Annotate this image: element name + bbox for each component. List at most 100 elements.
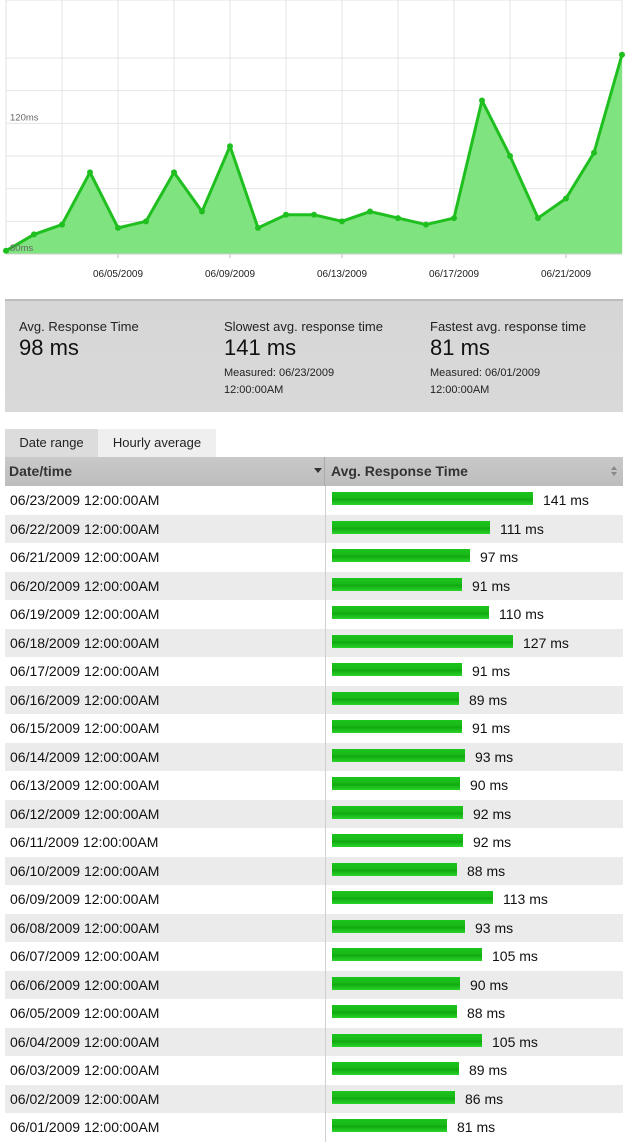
- column-divider: [324, 457, 325, 486]
- table-row: 06/09/2009 12:00:00AM 113 ms: [5, 885, 623, 914]
- response-value: 97 ms: [480, 549, 519, 565]
- response-bar: [332, 948, 482, 961]
- row-response-cell: 90 ms: [325, 970, 624, 999]
- row-date: 06/12/2009 12:00:00AM: [10, 805, 160, 822]
- row-date: 06/17/2009 12:00:00AM: [10, 663, 160, 679]
- table-row: 06/16/2009 12:00:00AM 89 ms: [5, 685, 623, 714]
- response-value: 105 ms: [492, 948, 538, 964]
- data-point: [115, 224, 121, 231]
- table-row: 06/10/2009 12:00:00AM 88 ms: [5, 856, 624, 885]
- slowest-value: 141 ms: [224, 335, 297, 360]
- row-response-cell: 93 ms: [325, 742, 624, 771]
- row-date: 06/11/2009 12:00:00AM: [10, 834, 159, 850]
- data-point: [171, 169, 177, 176]
- response-bar: [332, 919, 465, 933]
- table-header: Date/time Avg. Response Time: [5, 457, 623, 486]
- row-date: 06/23/2009 12:00:00AM: [10, 492, 160, 508]
- slowest-measured: Measured: 06/23/2009 12:00:00AM: [224, 365, 383, 399]
- table-row: 06/06/2009 12:00:00AM 90 ms: [5, 970, 624, 999]
- response-value: 91 ms: [472, 577, 511, 594]
- response-bar: [332, 492, 533, 505]
- response-value: 86 ms: [465, 1090, 504, 1107]
- table-row: 06/01/2009 12:00:00AM 81 ms: [5, 1113, 623, 1142]
- row-date: 06/09/2009 12:00:00AM: [10, 891, 160, 907]
- response-bar: [332, 805, 463, 819]
- table-row: 06/08/2009 12:00:00AM 93 ms: [5, 913, 623, 942]
- row-date: 06/05/2009 12:00:00AM: [10, 1005, 160, 1021]
- row-response-cell: 105 ms: [325, 942, 624, 971]
- response-value: 89 ms: [469, 691, 508, 708]
- table-row: 06/11/2009 12:00:00AM 92 ms: [5, 828, 623, 857]
- sort-descending-icon[interactable]: [314, 468, 322, 473]
- row-date: 06/01/2009 12:00:00AM: [10, 1119, 160, 1135]
- data-point: [255, 224, 261, 231]
- avg-label: Avg. Response Time: [19, 319, 139, 334]
- response-bar: [332, 634, 513, 648]
- response-value: 127 ms: [523, 634, 569, 651]
- slowest-label: Slowest avg. response time: [224, 319, 383, 334]
- fastest-measured-date: Measured: 06/01/2009: [430, 367, 541, 379]
- response-bar: [332, 520, 490, 534]
- fastest-label: Fastest avg. response time: [430, 319, 587, 334]
- slowest-stat: Slowest avg. response time 141 ms Measur…: [224, 319, 383, 399]
- row-date: 06/21/2009 12:00:00AM: [10, 549, 160, 565]
- row-date: 06/14/2009 12:00:00AM: [10, 748, 160, 765]
- table-row: 06/04/2009 12:00:00AM 105 ms: [5, 1027, 623, 1056]
- x-tick-label: 06/05/2009: [93, 269, 143, 280]
- table-row: 06/20/2009 12:00:00AM 91 ms: [5, 571, 623, 600]
- fastest-measured-time: 12:00:00AM: [430, 384, 490, 396]
- table-row: 06/03/2009 12:00:00AM 89 ms: [5, 1056, 623, 1085]
- data-point: [563, 195, 569, 202]
- fastest-measured: Measured: 06/01/2009 12:00:00AM: [430, 365, 586, 399]
- response-bar: [332, 663, 462, 676]
- row-date: 06/22/2009 12:00:00AM: [10, 520, 160, 537]
- response-table: Date/time Avg. Response Time 06/23/2009 …: [5, 457, 623, 1142]
- data-point: [87, 169, 93, 176]
- x-tick-label: 06/09/2009: [205, 269, 255, 280]
- response-value: 110 ms: [499, 606, 544, 622]
- row-response-cell: 89 ms: [325, 1056, 624, 1085]
- row-response-cell: 97 ms: [325, 543, 624, 572]
- table-row: 06/15/2009 12:00:00AM 91 ms: [5, 714, 623, 743]
- response-bar: [332, 1033, 482, 1047]
- response-value: 113 ms: [503, 891, 548, 907]
- response-bar: [332, 891, 493, 904]
- data-point: [311, 211, 317, 218]
- row-response-cell: 92 ms: [325, 828, 624, 857]
- sort-toggle-icon[interactable]: [611, 466, 619, 478]
- data-point: [199, 208, 205, 215]
- response-bar: [332, 577, 462, 591]
- response-value: 92 ms: [473, 834, 512, 850]
- response-value: 90 ms: [470, 976, 509, 993]
- response-bar: [332, 862, 457, 876]
- table-row: 06/18/2009 12:00:00AM 127 ms: [5, 628, 623, 657]
- avg-value: 98 ms: [19, 335, 79, 360]
- data-point: [451, 215, 457, 222]
- row-response-cell: 88 ms: [325, 856, 624, 885]
- data-point: [227, 143, 233, 150]
- table-row: 06/23/2009 12:00:00AM 141 ms: [5, 486, 623, 515]
- table-row: 06/05/2009 12:00:00AM 88 ms: [5, 999, 623, 1028]
- row-date: 06/18/2009 12:00:00AM: [10, 634, 160, 651]
- y-tick-label: 120ms: [10, 112, 39, 123]
- tab-date-range[interactable]: Date range: [5, 429, 98, 457]
- x-tick-label: 06/21/2009: [541, 269, 591, 280]
- data-point: [3, 247, 9, 254]
- response-value: 105 ms: [492, 1033, 538, 1050]
- row-response-cell: 88 ms: [325, 999, 624, 1028]
- data-point: [59, 221, 65, 228]
- row-response-cell: 91 ms: [325, 714, 624, 743]
- response-bar: [332, 720, 462, 733]
- column-header-date[interactable]: Date/time: [9, 463, 72, 479]
- tab-hourly-average[interactable]: Hourly average: [98, 429, 216, 457]
- row-date: 06/20/2009 12:00:00AM: [10, 577, 160, 594]
- row-response-cell: 91 ms: [325, 657, 624, 686]
- response-value: 141 ms: [543, 492, 589, 508]
- response-bar: [332, 691, 459, 705]
- x-tick-label: 06/13/2009: [317, 269, 367, 280]
- table-row: 06/22/2009 12:00:00AM 111 ms: [5, 514, 623, 543]
- column-header-response[interactable]: Avg. Response Time: [331, 463, 468, 479]
- row-response-cell: 141 ms: [325, 486, 624, 515]
- data-point: [339, 218, 345, 225]
- row-response-cell: 90 ms: [325, 771, 624, 800]
